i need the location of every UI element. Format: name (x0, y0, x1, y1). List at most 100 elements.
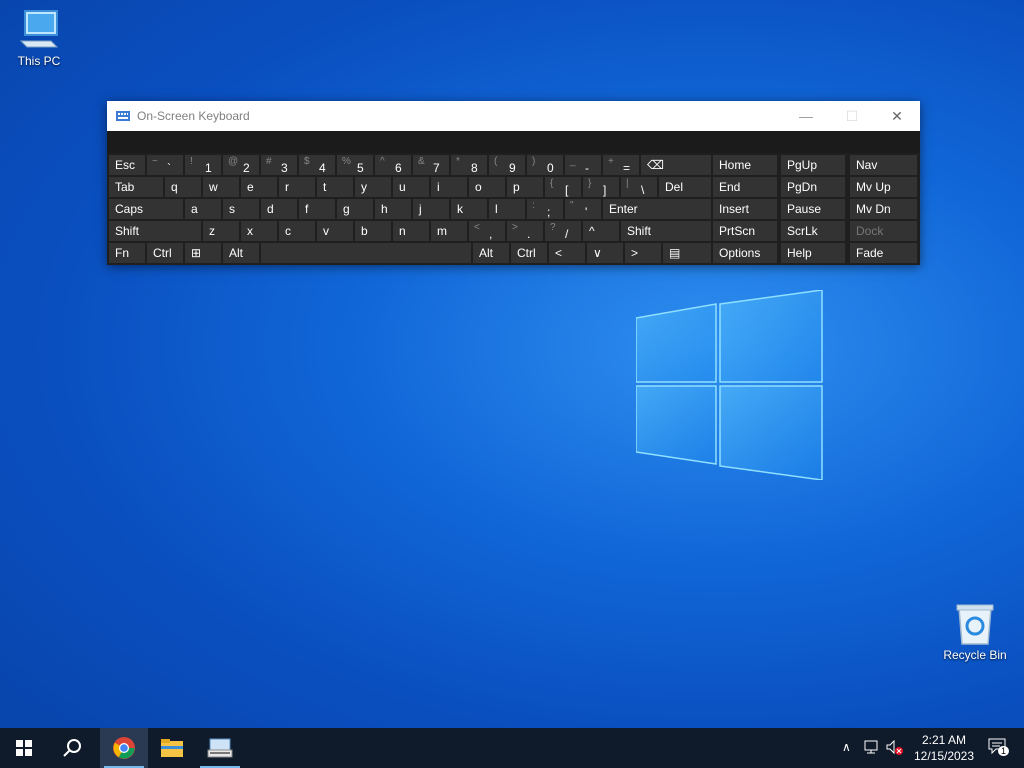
key-row1-8[interactable]: & 7 (413, 155, 449, 175)
start-button[interactable] (0, 728, 48, 768)
key-row2-1[interactable]: q (165, 177, 201, 197)
keyboard-top-strip (107, 131, 920, 153)
key-row5-4[interactable] (261, 243, 471, 263)
key-row1-2[interactable]: ! 1 (185, 155, 221, 175)
key-row1-0[interactable]: Esc (109, 155, 145, 175)
key-row1-4[interactable]: #3 (261, 155, 297, 175)
key-row1-12[interactable]: _ - (565, 155, 601, 175)
nav-key-1-1[interactable]: PgDn (781, 177, 845, 197)
key-row2-14[interactable]: Del (659, 177, 711, 197)
key-row1-10[interactable]: (9 (489, 155, 525, 175)
nav-key-4-0[interactable]: Options (713, 243, 777, 263)
key-row2-2[interactable]: w (203, 177, 239, 197)
nav-key-3-1[interactable]: ScrLk (781, 221, 845, 241)
key-row2-8[interactable]: i (431, 177, 467, 197)
key-row5-9[interactable]: > (625, 243, 661, 263)
nav-key-3-0[interactable]: PrtScn (713, 221, 777, 241)
key-row1-1[interactable]: ~ ` (147, 155, 183, 175)
key-row4-0[interactable]: Shift (109, 221, 201, 241)
nav-key-0-1[interactable]: PgUp (781, 155, 845, 175)
key-row5-7[interactable]: < (549, 243, 585, 263)
minimize-button[interactable]: — (783, 101, 829, 131)
key-row4-2[interactable]: x (241, 221, 277, 241)
key-row3-8[interactable]: k (451, 199, 487, 219)
key-row1-3[interactable]: @2 (223, 155, 259, 175)
key-row4-8[interactable]: <, (469, 221, 505, 241)
action-center-button[interactable]: 1 (988, 738, 1012, 758)
key-row1-7[interactable]: ^ 6 (375, 155, 411, 175)
nav-key-1-0[interactable]: End (713, 177, 777, 197)
key-row3-10[interactable]: :; (527, 199, 563, 219)
key-row4-6[interactable]: n (393, 221, 429, 241)
key-row5-1[interactable]: Ctrl (147, 243, 183, 263)
key-row3-3[interactable]: d (261, 199, 297, 219)
search-button[interactable] (48, 728, 96, 768)
key-row3-5[interactable]: g (337, 199, 373, 219)
taskbar-file-explorer[interactable] (148, 728, 196, 768)
key-row1-13[interactable]: + = (603, 155, 639, 175)
key-row3-9[interactable]: l (489, 199, 525, 219)
key-row4-11[interactable]: ^ (583, 221, 619, 241)
key-row4-3[interactable]: c (279, 221, 315, 241)
key-row3-6[interactable]: h (375, 199, 411, 219)
key-row4-7[interactable]: m (431, 221, 467, 241)
desktop-icon-recycle-bin[interactable]: Recycle Bin (937, 602, 1013, 662)
nav-key-4-2[interactable]: Fade (850, 243, 917, 263)
key-row2-12[interactable]: }] (583, 177, 619, 197)
key-row2-6[interactable]: y (355, 177, 391, 197)
key-row4-10[interactable]: ? / (545, 221, 581, 241)
key-row5-10[interactable]: ▤ (663, 243, 711, 263)
key-row2-10[interactable]: p (507, 177, 543, 197)
key-row2-7[interactable]: u (393, 177, 429, 197)
nav-key-0-0[interactable]: Home (713, 155, 777, 175)
nav-key-0-2[interactable]: Nav (850, 155, 917, 175)
taskbar-chrome[interactable] (100, 728, 148, 768)
key-row4-4[interactable]: v (317, 221, 353, 241)
key-row2-11[interactable]: {[ (545, 177, 581, 197)
key-row1-5[interactable]: $4 (299, 155, 335, 175)
key-row2-5[interactable]: t (317, 177, 353, 197)
key-row5-5[interactable]: Alt (473, 243, 509, 263)
key-row3-2[interactable]: s (223, 199, 259, 219)
nav-key-2-0[interactable]: Insert (713, 199, 777, 219)
nav-key-4-1[interactable]: Help (781, 243, 845, 263)
key-row5-6[interactable]: Ctrl (511, 243, 547, 263)
key-row4-12[interactable]: Shift (621, 221, 711, 241)
key-row1-6[interactable]: % 5 (337, 155, 373, 175)
key-row3-7[interactable]: j (413, 199, 449, 219)
key-row3-4[interactable]: f (299, 199, 335, 219)
show-hidden-icons-chevron-icon[interactable]: ∧ (842, 740, 851, 754)
title-bar[interactable]: On-Screen Keyboard — ☐ ✕ (107, 101, 920, 131)
key-row5-2[interactable]: ⊞ (185, 243, 221, 263)
key-row3-11[interactable]: " ' (565, 199, 601, 219)
nav-key-2-1[interactable]: Pause (781, 199, 845, 219)
key-label: 3 (281, 161, 288, 175)
key-row2-4[interactable]: r (279, 177, 315, 197)
close-button[interactable]: ✕ (874, 101, 920, 131)
key-row5-8[interactable]: ∨ (587, 243, 623, 263)
key-row4-9[interactable]: >. (507, 221, 543, 241)
key-row4-5[interactable]: b (355, 221, 391, 241)
key-row3-1[interactable]: a (185, 199, 221, 219)
nav-key-2-2[interactable]: Mv Dn (850, 199, 917, 219)
key-row1-11[interactable]: ) 0 (527, 155, 563, 175)
nav-key-3-2[interactable]: Dock (850, 221, 917, 241)
key-row2-13[interactable]: | \ (621, 177, 657, 197)
maximize-button[interactable]: ☐ (829, 101, 875, 131)
key-row3-0[interactable]: Caps (109, 199, 183, 219)
key-row2-0[interactable]: Tab (109, 177, 163, 197)
key-row1-9[interactable]: * 8 (451, 155, 487, 175)
taskbar-on-screen-keyboard[interactable] (196, 728, 244, 768)
key-row5-0[interactable]: Fn (109, 243, 145, 263)
key-row2-9[interactable]: o (469, 177, 505, 197)
volume-muted-icon[interactable] (886, 740, 904, 756)
network-icon[interactable] (864, 740, 880, 754)
desktop-icon-this-pc[interactable]: This PC (1, 8, 77, 68)
nav-key-1-2[interactable]: Mv Up (850, 177, 917, 197)
key-row1-14[interactable]: ⌫ (641, 155, 711, 175)
clock[interactable]: 2:21 AM 12/15/2023 (908, 732, 980, 764)
key-row4-1[interactable]: z (203, 221, 239, 241)
key-row5-3[interactable]: Alt (223, 243, 259, 263)
key-row2-3[interactable]: e (241, 177, 277, 197)
key-row3-12[interactable]: Enter (603, 199, 711, 219)
